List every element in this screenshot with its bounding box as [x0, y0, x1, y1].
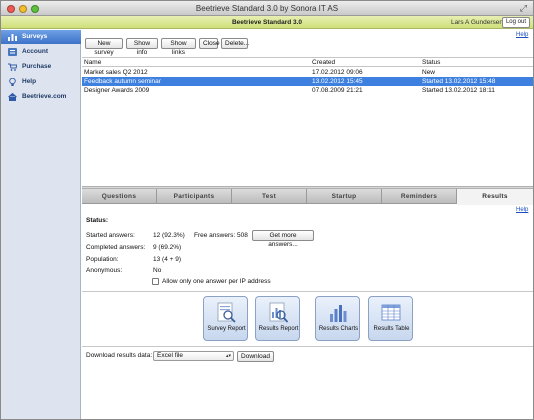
- started-answers-label: Started answers:: [86, 232, 135, 239]
- close-survey-button[interactable]: Close: [199, 38, 220, 49]
- started-answers-value: 12 (92.3%): [153, 232, 185, 239]
- column-header-status[interactable]: Status: [422, 58, 440, 67]
- sidebar-item-beetrieve-com[interactable]: Beetrieve.com: [1, 90, 81, 104]
- lightbulb-icon: [9, 78, 16, 86]
- chevron-updown-icon: ▴▾: [225, 353, 231, 359]
- account-icon: [8, 48, 17, 56]
- help-link[interactable]: Help: [516, 32, 528, 38]
- sidebar-item-label: Account: [22, 48, 48, 55]
- ip-restriction-label: Allow only one answer per IP address: [162, 278, 271, 285]
- results-table-icon: [381, 304, 401, 321]
- main-panel: Help New survey Show info Show links Clo…: [82, 30, 533, 419]
- survey-name: Designer Awards 2009: [84, 87, 150, 94]
- survey-status: New: [422, 69, 436, 76]
- download-label: Download results data:: [86, 352, 153, 359]
- list-header: Name Created Status: [82, 58, 533, 67]
- show-info-button[interactable]: Show info: [126, 38, 158, 56]
- window-title: Beetrieve Standard 3.0 by Sonora IT AS: [195, 4, 339, 13]
- survey-status: Started 13.02.2012 18:11: [422, 87, 495, 94]
- tab-results[interactable]: Results: [457, 189, 533, 205]
- select-value: Excel file: [157, 352, 184, 359]
- user-name: Lars A Gundersen: [450, 19, 503, 26]
- app-header: Beetrieve Standard 3.0 Lars A Gundersen …: [1, 16, 533, 29]
- home-icon: [8, 93, 17, 101]
- survey-report-icon: [217, 302, 236, 323]
- download-format-select[interactable]: Excel file ▴▾: [153, 351, 234, 361]
- new-survey-button[interactable]: New survey: [85, 38, 123, 56]
- sidebar-item-label: Surveys: [22, 33, 48, 40]
- tile-label: Survey Report: [207, 326, 246, 332]
- table-row[interactable]: Market sales Q2 2012 17.02.2012 09:06 Ne…: [82, 68, 533, 77]
- sidebar-item-surveys[interactable]: Surveys: [1, 30, 81, 44]
- survey-created: 07.08.2009 21:21: [312, 87, 363, 94]
- results-table-tile[interactable]: Results Table: [368, 296, 413, 341]
- table-row[interactable]: Designer Awards 2009 07.08.2009 21:21 St…: [82, 86, 533, 95]
- anonymous-label: Anonymous:: [86, 267, 123, 274]
- table-row-selected[interactable]: Feedback autumn seminar 13.02.2012 15:45…: [82, 77, 533, 86]
- get-more-answers-button[interactable]: Get more answers...: [252, 230, 314, 248]
- results-report-icon: [269, 302, 288, 323]
- sidebar-item-label: Help: [22, 78, 37, 85]
- population-value: 13 (4 + 9): [153, 256, 182, 263]
- sidebar-item-purchase[interactable]: Purchase: [1, 60, 81, 74]
- completed-answers-label: Completed answers:: [86, 244, 146, 251]
- column-header-name[interactable]: Name: [84, 58, 101, 67]
- results-charts-tile[interactable]: Results Charts: [315, 296, 360, 341]
- anonymous-value: No: [153, 267, 162, 274]
- tab-startup[interactable]: Startup: [307, 189, 382, 204]
- population-label: Population:: [86, 256, 119, 263]
- column-header-created[interactable]: Created: [312, 58, 335, 67]
- sidebar-item-help[interactable]: Help: [1, 75, 81, 89]
- survey-name: Market sales Q2 2012: [84, 69, 148, 76]
- tab-reminders[interactable]: Reminders: [382, 189, 457, 204]
- minimize-window-icon[interactable]: [19, 5, 27, 13]
- close-window-icon[interactable]: [7, 5, 15, 13]
- tab-bar: Questions Participants Test Startup Remi…: [82, 189, 533, 205]
- survey-created: 13.02.2012 15:45: [312, 78, 363, 85]
- zoom-window-icon[interactable]: [31, 5, 39, 13]
- results-charts-icon: [330, 305, 347, 322]
- sidebar-item-account[interactable]: Account: [1, 45, 81, 59]
- tab-test[interactable]: Test: [232, 189, 307, 204]
- tab-questions[interactable]: Questions: [82, 189, 157, 204]
- show-links-button[interactable]: Show links: [161, 38, 196, 56]
- logout-button[interactable]: Log out: [501, 17, 530, 28]
- survey-status: Started 13.02.2012 15:48: [422, 78, 496, 85]
- tile-label: Results Report: [258, 326, 299, 332]
- tile-label: Results Charts: [318, 326, 359, 332]
- results-report-tile[interactable]: Results Report: [255, 296, 300, 341]
- survey-report-tile[interactable]: Survey Report: [203, 296, 248, 341]
- ip-restriction-checkbox[interactable]: [152, 278, 159, 285]
- results-panel: Help Status: Started answers: 12 (92.3%)…: [82, 205, 533, 419]
- results-help-link[interactable]: Help: [516, 207, 528, 213]
- fullscreen-icon[interactable]: ⤢: [520, 3, 527, 13]
- app-title: Beetrieve Standard 3.0: [231, 19, 303, 26]
- sidebar-item-label: Beetrieve.com: [22, 93, 67, 100]
- divider: [82, 291, 533, 292]
- tab-participants[interactable]: Participants: [157, 189, 232, 204]
- delete-button[interactable]: Delete...: [221, 38, 249, 49]
- survey-list: Name Created Status Market sales Q2 2012…: [82, 57, 533, 187]
- divider: [82, 346, 533, 347]
- completed-answers-value: 9 (69.2%): [153, 244, 182, 251]
- survey-created: 17.02.2012 09:06: [312, 69, 363, 76]
- sidebar: Surveys Account Purchase Help Beetrieve.…: [1, 30, 81, 419]
- survey-name: Feedback autumn seminar: [84, 78, 161, 85]
- sidebar-item-label: Purchase: [22, 63, 52, 70]
- surveys-icon: [8, 34, 17, 41]
- download-button[interactable]: Download: [237, 351, 274, 362]
- status-heading: Status:: [86, 217, 109, 224]
- free-answers-label: Free answers: 508: [194, 232, 248, 239]
- cart-icon: [8, 63, 17, 71]
- tile-label: Results Table: [373, 326, 410, 332]
- app-window: Beetrieve Standard 3.0 by Sonora IT AS ⤢…: [0, 0, 534, 420]
- title-bar: Beetrieve Standard 3.0 by Sonora IT AS ⤢: [1, 1, 533, 16]
